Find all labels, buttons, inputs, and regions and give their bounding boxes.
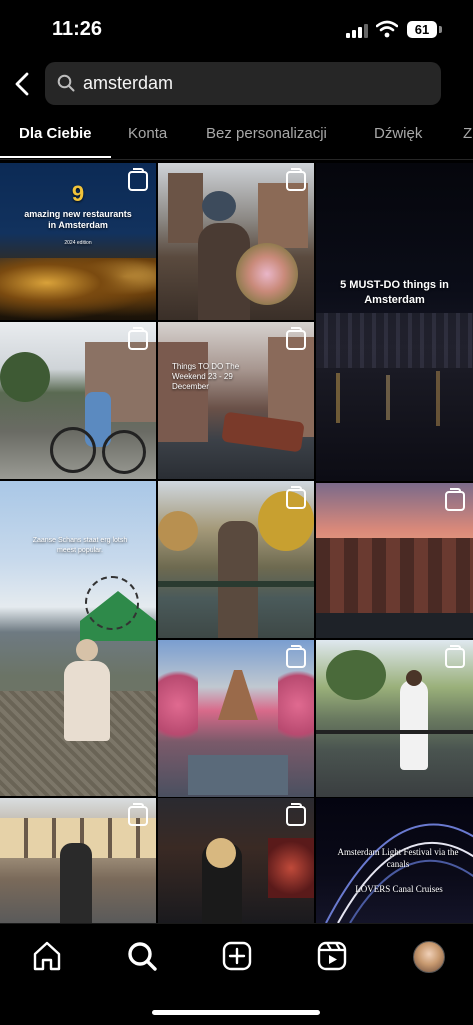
tile-caption: 5 MUST-DO things in Amsterdam [340, 279, 449, 306]
reel-icon [445, 645, 465, 668]
reel-icon [128, 803, 148, 826]
tile-caption: Zaanse Schans staat erg lotsh meest popu… [32, 537, 128, 554]
reel-icon [286, 803, 306, 826]
tile-caption: Things TO DO The Weekend 23 - 29 Decembe… [172, 362, 240, 391]
grid-tile[interactable] [158, 163, 314, 320]
reel-icon [128, 168, 148, 191]
nav-profile[interactable] [410, 938, 446, 974]
tile-caption: 2024 edition [64, 240, 92, 246]
wifi-icon [375, 20, 399, 38]
battery-indicator: 61 [407, 21, 437, 38]
grid-tile[interactable] [316, 640, 473, 797]
grid-tile[interactable] [0, 798, 156, 923]
tab-more[interactable]: Z [463, 125, 472, 142]
search-tabs: Dla Ciebie Konta Bez personalizacji Dźwi… [0, 113, 473, 160]
search-icon [57, 74, 75, 92]
tab-for-you[interactable]: Dla Ciebie [19, 125, 92, 142]
plus-square-icon [222, 941, 252, 971]
nav-create[interactable] [219, 938, 255, 974]
tile-caption: amazing new restaurants [24, 209, 132, 219]
reels-icon [317, 941, 347, 971]
home-indicator [152, 1010, 320, 1015]
reel-icon [286, 645, 306, 668]
status-bar: 11:26 61 [0, 0, 473, 60]
grid-tile[interactable]: 9 amazing new restaurants in Amsterdam 2… [0, 163, 156, 320]
tab-accounts[interactable]: Konta [128, 125, 167, 142]
reel-icon [128, 327, 148, 350]
grid-tile[interactable] [158, 798, 314, 923]
reel-icon [445, 488, 465, 511]
explore-grid: 9 amazing new restaurants in Amsterdam 2… [0, 163, 473, 923]
grid-tile[interactable]: 5 MUST-DO things in Amsterdam [316, 163, 473, 481]
active-tab-indicator [0, 156, 111, 158]
reel-icon [286, 327, 306, 350]
tile-caption: in Amsterdam [48, 220, 108, 230]
reel-icon [286, 168, 306, 191]
grid-tile[interactable] [158, 640, 314, 797]
battery-cap [439, 26, 442, 33]
grid-tile[interactable] [0, 322, 156, 479]
search-row [0, 60, 473, 108]
tab-audio[interactable]: Dźwięk [374, 125, 422, 142]
avatar [413, 941, 445, 973]
back-button[interactable] [8, 66, 38, 102]
grid-tile[interactable]: Zaanse Schans staat erg lotsh meest popu… [0, 481, 156, 796]
tile-caption: Amsterdam Light Festival via the canals [337, 847, 459, 869]
nav-home[interactable] [29, 938, 65, 974]
home-icon [33, 941, 61, 971]
tile-caption: LOVERS Canal Cruises [355, 884, 443, 894]
chevron-left-icon [15, 72, 29, 96]
grid-tile[interactable] [316, 483, 473, 638]
grid-tile[interactable]: Things TO DO The Weekend 23 - 29 Decembe… [158, 322, 314, 479]
search-input[interactable] [83, 62, 423, 105]
status-time: 11:26 [52, 18, 103, 40]
nav-reels[interactable] [314, 938, 350, 974]
nav-search[interactable] [124, 938, 160, 974]
search-icon [128, 942, 157, 971]
search-box[interactable] [45, 62, 441, 105]
reel-icon [286, 486, 306, 509]
cellular-signal-icon [346, 24, 368, 38]
grid-tile[interactable] [158, 481, 314, 638]
grid-tile[interactable]: Amsterdam Light Festival via the canals … [316, 798, 473, 923]
tab-not-personalized[interactable]: Bez personalizacji [206, 125, 327, 142]
